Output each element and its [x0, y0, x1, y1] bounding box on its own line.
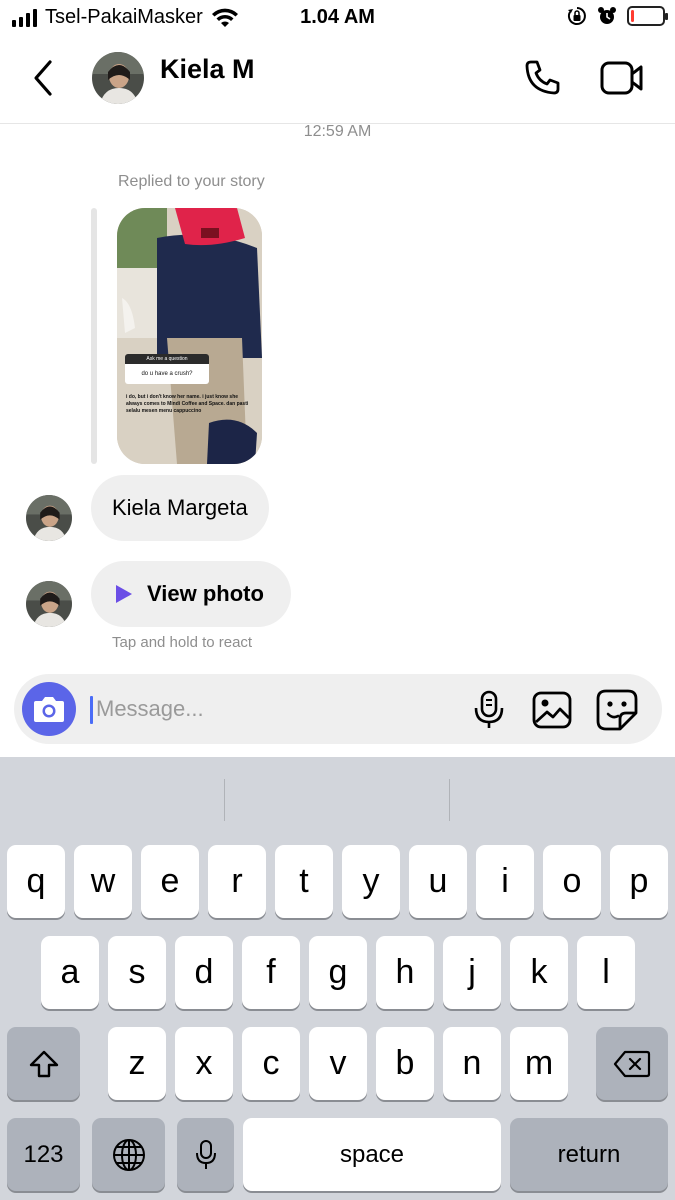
globe-key[interactable]: [92, 1118, 165, 1191]
key-v[interactable]: v: [309, 1027, 367, 1100]
delete-icon: [613, 1050, 651, 1077]
avatar[interactable]: [26, 495, 72, 541]
key-s[interactable]: s: [108, 936, 166, 1009]
battery-icon: [627, 6, 668, 26]
view-photo-button[interactable]: View photo: [91, 561, 291, 627]
reply-indicator-bar: [91, 208, 97, 464]
key-q[interactable]: q: [7, 845, 65, 918]
message-input[interactable]: [96, 688, 456, 730]
microphone-icon[interactable]: [472, 690, 506, 730]
shift-key[interactable]: [7, 1027, 80, 1100]
text-cursor: [90, 696, 93, 724]
key-m[interactable]: m: [510, 1027, 568, 1100]
dictation-mic-icon: [195, 1139, 216, 1169]
key-l[interactable]: l: [577, 936, 635, 1009]
video-camera-icon[interactable]: [600, 60, 644, 96]
prediction-divider: [224, 779, 225, 821]
key-k[interactable]: k: [510, 936, 568, 1009]
key-x[interactable]: x: [175, 1027, 233, 1100]
space-key[interactable]: space: [243, 1118, 501, 1191]
key-z[interactable]: z: [108, 1027, 166, 1100]
key-c[interactable]: c: [242, 1027, 300, 1100]
key-g[interactable]: g: [309, 936, 367, 1009]
numbers-key[interactable]: 123: [7, 1118, 80, 1191]
message-timestamp: 12:59 AM: [303, 123, 372, 140]
gallery-icon[interactable]: [532, 690, 572, 730]
key-i[interactable]: i: [476, 845, 534, 918]
story-sticker-question: do u have a crush?: [125, 364, 209, 384]
message-bubble[interactable]: Kiela Margeta: [91, 475, 269, 541]
key-d[interactable]: d: [175, 936, 233, 1009]
key-j[interactable]: j: [443, 936, 501, 1009]
camera-button[interactable]: [22, 682, 76, 736]
tap-hold-hint: Tap and hold to react: [112, 634, 253, 651]
key-y[interactable]: y: [342, 845, 400, 918]
avatar[interactable]: [26, 581, 72, 627]
dictation-key[interactable]: [177, 1118, 234, 1191]
prediction-divider: [449, 779, 450, 821]
key-r[interactable]: r: [208, 845, 266, 918]
key-b[interactable]: b: [376, 1027, 434, 1100]
key-u[interactable]: u: [409, 845, 467, 918]
message-text: Kiela Margeta: [112, 495, 248, 520]
play-icon: [116, 585, 132, 603]
view-photo-label: View photo: [147, 581, 264, 606]
key-w[interactable]: w: [74, 845, 132, 918]
contact-name[interactable]: Kiela M: [160, 54, 255, 85]
avatar[interactable]: [92, 52, 144, 104]
key-o[interactable]: o: [543, 845, 601, 918]
story-question-sticker: Ask me a question do u have a crush?: [125, 354, 209, 384]
key-e[interactable]: e: [141, 845, 199, 918]
back-chevron-icon[interactable]: [28, 58, 60, 98]
story-reply-thumbnail[interactable]: Ask me a question do u have a crush? i d…: [117, 208, 262, 464]
key-a[interactable]: a: [41, 936, 99, 1009]
key-n[interactable]: n: [443, 1027, 501, 1100]
sticker-icon[interactable]: [596, 689, 638, 731]
globe-icon: [112, 1138, 145, 1171]
key-t[interactable]: t: [275, 845, 333, 918]
key-f[interactable]: f: [242, 936, 300, 1009]
status-bar: Tsel-PakaiMasker 1.04 AM: [0, 0, 675, 34]
key-p[interactable]: p: [610, 845, 668, 918]
message-composer: [14, 674, 662, 744]
chat-header: Kiela M: [0, 34, 675, 124]
alarm-icon: [598, 7, 616, 24]
orientation-lock-icon: [567, 7, 586, 25]
story-sticker-title: Ask me a question: [125, 354, 209, 364]
phone-icon[interactable]: [522, 58, 562, 98]
return-key[interactable]: return: [510, 1118, 668, 1191]
shift-icon: [29, 1050, 58, 1077]
delete-key[interactable]: [596, 1027, 668, 1100]
key-h[interactable]: h: [376, 936, 434, 1009]
keyboard: q w e r t y u i o p a s d f g h j k l z …: [0, 757, 675, 1200]
camera-icon: [34, 697, 64, 722]
replied-to-story-label: Replied to your story: [118, 173, 265, 190]
story-answer-text: i do, but i don't know her name. i just …: [126, 394, 249, 414]
